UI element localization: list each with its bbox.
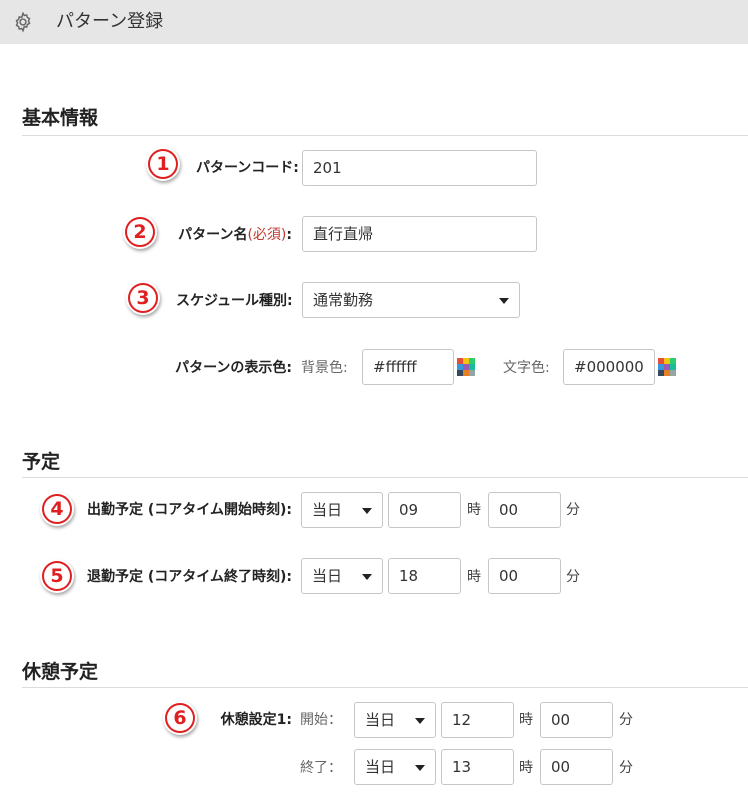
callout-badge-6: 6: [163, 701, 197, 735]
chevron-down-icon: [499, 298, 509, 304]
schedule-type-label: スケジュール種別:: [176, 293, 293, 309]
start-time-label: 出勤予定 (コアタイム開始時刻):: [87, 502, 292, 518]
callout-badge-4: 4: [40, 492, 74, 526]
color-palette-icon[interactable]: [658, 358, 676, 376]
section-divider: [22, 135, 748, 136]
gear-icon[interactable]: [12, 11, 34, 33]
bg-color-input[interactable]: #ffffff: [362, 349, 454, 385]
end-day-value: 当日: [312, 567, 343, 585]
chevron-down-icon: [362, 574, 372, 580]
break-start-hour-input[interactable]: 12: [441, 702, 514, 738]
chevron-down-icon: [362, 508, 372, 514]
required-mark: (必須): [247, 227, 287, 243]
minute-unit-label: 分: [619, 760, 633, 776]
break-setting-label: 休憩設定1:: [220, 712, 292, 728]
break-start-day-select[interactable]: 当日: [354, 702, 436, 738]
start-day-value: 当日: [312, 501, 343, 519]
hour-unit-label: 時: [467, 569, 481, 585]
break-end-label: 終了：: [300, 760, 342, 776]
schedule-type-value: 通常勤務: [313, 291, 374, 309]
break-end-day-value: 当日: [365, 758, 396, 776]
break-end-day-select[interactable]: 当日: [354, 749, 436, 785]
schedule-type-select[interactable]: 通常勤務: [302, 282, 520, 318]
display-color-label: パターンの表示色:: [175, 360, 292, 376]
callout-badge-5: 5: [40, 559, 74, 593]
break-end-hour-input[interactable]: 13: [441, 749, 514, 785]
callout-badge-3: 3: [126, 281, 160, 315]
minute-unit-label: 分: [566, 569, 580, 585]
start-hour-input[interactable]: 09: [388, 492, 461, 528]
hour-unit-label: 時: [519, 712, 533, 728]
pattern-code-label: パターンコード:: [196, 160, 299, 176]
end-hour-input[interactable]: 18: [388, 558, 461, 594]
minute-unit-label: 分: [619, 712, 633, 728]
start-day-select[interactable]: 当日: [301, 492, 383, 528]
page-title: パターン登録: [56, 11, 164, 32]
text-color-input[interactable]: #000000: [563, 349, 655, 385]
break-start-day-value: 当日: [365, 711, 396, 729]
hour-unit-label: 時: [519, 760, 533, 776]
section-divider: [22, 687, 748, 688]
bg-color-label: 背景色:: [301, 360, 348, 376]
section-heading-schedule: 予定: [22, 451, 61, 473]
section-heading-basic: 基本情報: [22, 107, 99, 129]
break-end-minute-input[interactable]: 00: [540, 749, 613, 785]
end-minute-input[interactable]: 00: [488, 558, 561, 594]
break-start-minute-input[interactable]: 00: [540, 702, 613, 738]
chevron-down-icon: [415, 718, 425, 724]
pattern-name-colon: :: [286, 227, 292, 243]
start-minute-input[interactable]: 00: [488, 492, 561, 528]
hour-unit-label: 時: [467, 502, 481, 518]
callout-badge-1: 1: [146, 147, 180, 181]
section-divider: [22, 477, 748, 478]
pattern-name-label: パターン名(必須):: [172, 225, 292, 245]
pattern-code-input[interactable]: 201: [302, 150, 537, 186]
pattern-name-label-text: パターン名: [178, 227, 248, 243]
chevron-down-icon: [415, 765, 425, 771]
color-palette-icon[interactable]: [457, 358, 475, 376]
callout-badge-2: 2: [123, 215, 157, 249]
section-heading-break: 休憩予定: [22, 661, 99, 683]
title-bar: パターン登録: [0, 0, 748, 44]
end-day-select[interactable]: 当日: [301, 558, 383, 594]
minute-unit-label: 分: [566, 502, 580, 518]
text-color-label: 文字色:: [503, 360, 550, 376]
end-time-label: 退勤予定 (コアタイム終了時刻):: [87, 569, 292, 585]
pattern-name-input[interactable]: 直行直帰: [302, 216, 537, 252]
break-start-label: 開始：: [300, 712, 342, 728]
